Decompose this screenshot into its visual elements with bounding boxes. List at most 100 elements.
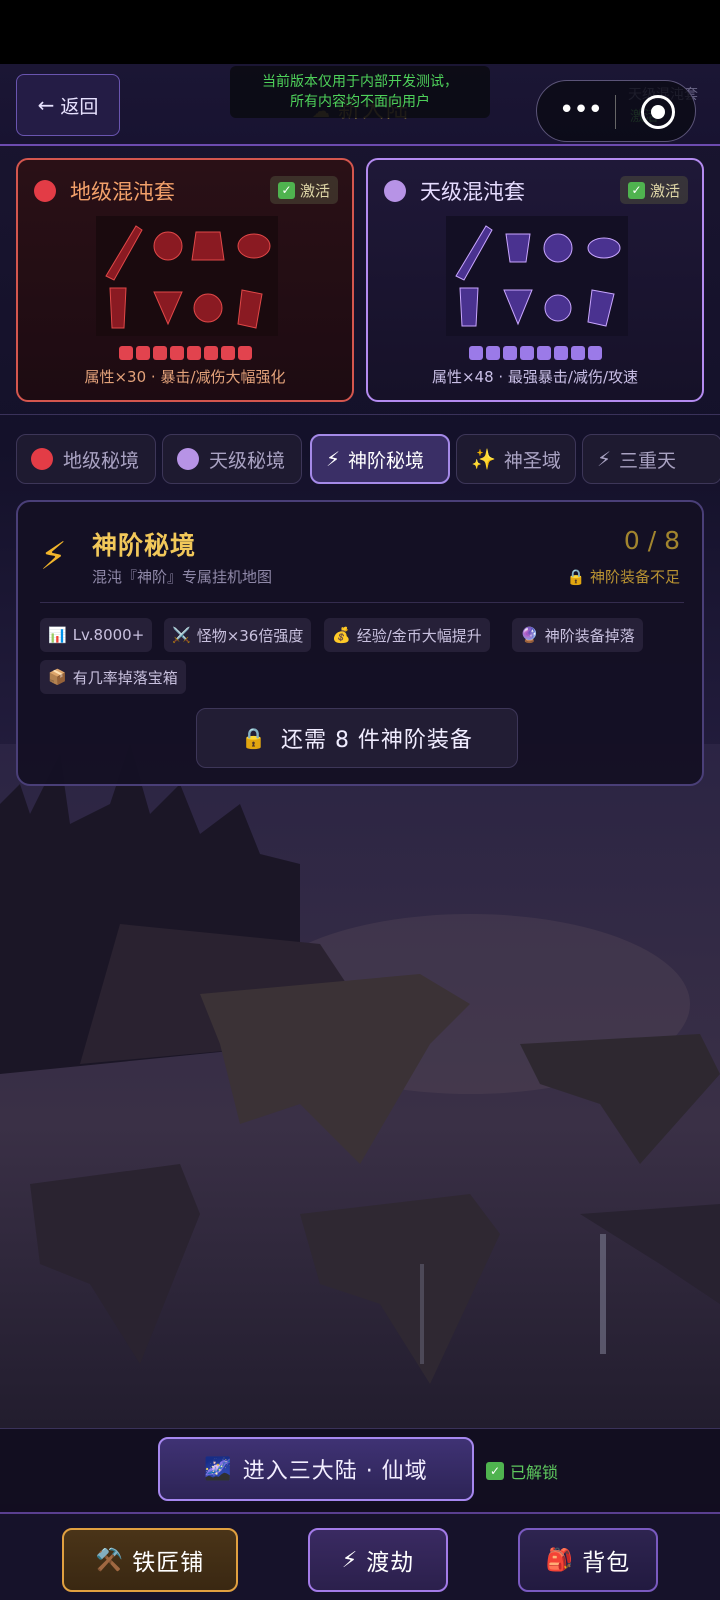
- set-piece-pip: [519, 346, 534, 360]
- set-card-earth-chaos[interactable]: 地级混沌套 ✓ 激活 属性×30 · 暴击/减伤大幅强化: [16, 158, 354, 402]
- status-badge-label: 激活: [299, 181, 330, 200]
- equipment-set-image: [446, 216, 628, 336]
- tab-earth-realm[interactable]: 地级秘境: [16, 434, 156, 484]
- feature-chip-exp: 💰 经验/金币大幅提升: [324, 618, 490, 652]
- set-name: 地级混沌套: [70, 180, 175, 204]
- panel-divider: [40, 602, 684, 603]
- close-miniprogram-icon[interactable]: [641, 95, 675, 129]
- locked-enter-label: 还需 8 件神阶装备: [280, 728, 473, 753]
- blacksmith-button[interactable]: ⚒️ 铁匠铺: [62, 1528, 238, 1592]
- set-piece-pip: [485, 346, 500, 360]
- backpack-button[interactable]: 🎒 背包: [518, 1528, 658, 1592]
- set-piece-pip: [135, 346, 150, 360]
- lightning-icon: ⚡: [326, 447, 341, 471]
- tribulation-label: 渡劫: [366, 1550, 415, 1576]
- hammer-pick-icon: ⚒️: [95, 1547, 125, 1573]
- set-piece-pip: [237, 346, 252, 360]
- feature-chip-level: 📊 Lv.8000+: [40, 618, 153, 652]
- blacksmith-label: 铁匠铺: [132, 1550, 205, 1576]
- back-button-label: 返回: [60, 95, 99, 118]
- set-piece-pip: [502, 346, 517, 360]
- tab-label: 三重天: [619, 449, 677, 472]
- dev-notice-overlay: 当前版本仅用于内部开发测试， 所有内容均不面向用户: [230, 66, 490, 118]
- status-badge: ✓ 激活: [619, 176, 688, 204]
- lock-status: 🔒 神阶装备不足: [566, 568, 680, 586]
- set-description: 属性×30 · 暴击/减伤大幅强化: [84, 368, 286, 386]
- top-header: ← 返回 ☁新大陆 当前版本仅用于内部开发测试， 所有内容均不面向用户 天级混沌…: [0, 64, 720, 146]
- tab-label: 地级秘境: [63, 449, 140, 472]
- set-piece-pip: [570, 346, 585, 360]
- money-bag-icon: 💰: [332, 626, 351, 644]
- realm-info-panel: ⚡ 神阶秘境 混沌『神阶』专属挂机地图 0 / 8 🔒 神阶装备不足 📊 Lv.…: [16, 500, 704, 786]
- set-piece-pip: [152, 346, 167, 360]
- tab-label: 神阶秘境: [348, 449, 425, 472]
- sparkles-icon: ✨: [471, 447, 496, 471]
- realm-title: 神阶秘境: [92, 531, 197, 560]
- set-piece-pip: [169, 346, 184, 360]
- tab-heaven-realm[interactable]: 天级秘境: [162, 434, 302, 484]
- feature-chip-chest: 📦 有几率掉落宝箱: [40, 660, 186, 694]
- lightning-icon: ⚡: [40, 534, 67, 578]
- set-pieces-indicator: [368, 346, 702, 360]
- app-screen: ← 返回 ☁新大陆 当前版本仅用于内部开发测试， 所有内容均不面向用户 天级混沌…: [0, 64, 720, 1600]
- tab-holy-domain[interactable]: ✨ 神圣域: [456, 434, 576, 484]
- set-piece-pip: [186, 346, 201, 360]
- set-piece-pip: [587, 346, 602, 360]
- set-piece-pip: [203, 346, 218, 360]
- equipment-set-image: [96, 216, 278, 336]
- set-pieces-indicator: [18, 346, 352, 360]
- lock-status-text: 神阶装备不足: [589, 568, 680, 586]
- status-bar: [0, 0, 720, 64]
- lock-icon: 🔒: [241, 726, 267, 750]
- enter-continent-label: 进入三大陆 · 仙域: [242, 1459, 428, 1484]
- bottom-navigation: ⚒️ 铁匠铺 ⚡ 渡劫 🎒 背包: [0, 1512, 720, 1600]
- more-menu-icon[interactable]: •••: [559, 97, 603, 123]
- tab-triple-heaven[interactable]: ⚡ 三重天: [582, 434, 720, 484]
- set-description: 属性×48 · 最强暴击/减伤/攻速: [431, 368, 639, 386]
- set-piece-pip: [553, 346, 568, 360]
- red-dot-icon: [34, 180, 56, 202]
- chip-label: 神阶装备掉落: [544, 626, 635, 645]
- section-divider: [0, 414, 720, 415]
- tab-divine-realm[interactable]: ⚡ 神阶秘境: [310, 434, 450, 484]
- chart-icon: 📊: [48, 626, 67, 644]
- miniprogram-capsule: •••: [536, 80, 696, 142]
- realm-subtitle: 混沌『神阶』专属挂机地图: [92, 568, 273, 586]
- unlock-status: ✓ 已解锁: [486, 1459, 558, 1483]
- dev-notice-line2: 所有内容均不面向用户: [290, 94, 430, 110]
- dev-notice-line1: 当前版本仅用于内部开发测试，: [262, 74, 458, 90]
- set-piece-pip: [118, 346, 133, 360]
- tab-label: 天级秘境: [209, 449, 286, 472]
- tab-label: 神圣域: [503, 449, 561, 472]
- capsule-divider: [615, 95, 616, 129]
- enter-continent-button[interactable]: 🌌 进入三大陆 · 仙域: [158, 1437, 474, 1501]
- back-button[interactable]: ← 返回: [16, 74, 120, 136]
- set-piece-pip: [468, 346, 483, 360]
- swords-icon: ⚔️: [172, 626, 191, 644]
- checkmark-icon: ✓: [486, 1462, 504, 1480]
- set-piece-pip: [536, 346, 551, 360]
- package-icon: 📦: [48, 668, 67, 686]
- set-card-heaven-chaos[interactable]: 天级混沌套 ✓ 激活 属性×48 · 最强暴击/减伤/攻速: [366, 158, 704, 402]
- chip-label: 有几率掉落宝箱: [72, 668, 178, 687]
- feature-chip-drop: 🔮 神阶装备掉落: [512, 618, 643, 652]
- set-name: 天级混沌套: [420, 180, 525, 204]
- equipment-progress: 0 / 8: [623, 526, 680, 555]
- lightning-icon: ⚡: [597, 447, 612, 471]
- status-badge: ✓ 激活: [269, 176, 338, 204]
- checkmark-icon: ✓: [627, 181, 645, 199]
- unlock-status-label: 已解锁: [510, 1463, 559, 1482]
- red-dot-icon: [31, 448, 53, 470]
- feature-chip-monster: ⚔️ 怪物×36倍强度: [164, 618, 312, 652]
- arrow-left-icon: ←: [37, 93, 55, 117]
- chip-label: 怪物×36倍强度: [196, 626, 304, 645]
- set-piece-pip: [220, 346, 235, 360]
- locked-enter-button[interactable]: 🔒 还需 8 件神阶装备: [196, 708, 518, 768]
- tribulation-button[interactable]: ⚡ 渡劫: [308, 1528, 448, 1592]
- purple-dot-icon: [384, 180, 406, 202]
- checkmark-icon: ✓: [277, 181, 295, 199]
- purple-dot-icon: [177, 448, 199, 470]
- backpack-icon: 🎒: [545, 1547, 575, 1573]
- fantasy-landscape-background: [0, 744, 720, 1504]
- milky-way-icon: 🌌: [204, 1456, 233, 1482]
